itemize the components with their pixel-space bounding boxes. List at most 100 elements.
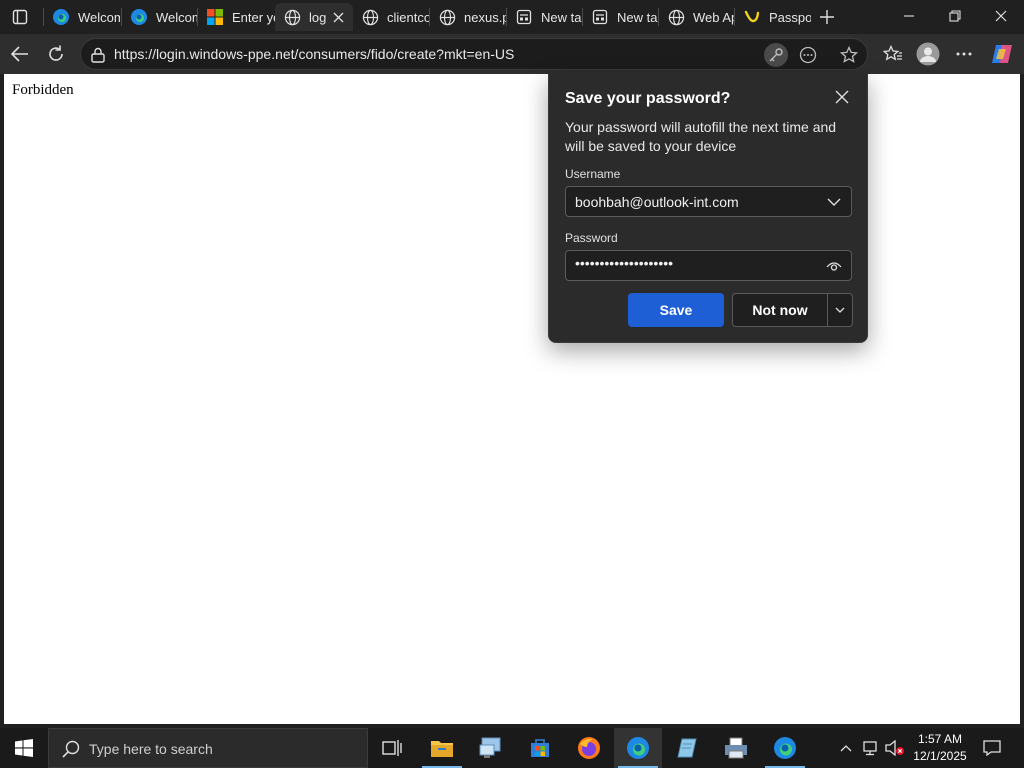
- task-view-icon: [382, 740, 402, 756]
- chevron-down-icon: [835, 307, 845, 313]
- save-password-dialog: Save your password? Your password will a…: [548, 74, 868, 343]
- chevron-down-icon[interactable]: [825, 193, 843, 211]
- tab-log-active[interactable]: log: [275, 3, 353, 31]
- taskbar-app-printer[interactable]: [712, 728, 760, 768]
- dialog-title: Save your password?: [565, 90, 731, 107]
- copilot-button[interactable]: [987, 40, 1017, 68]
- firefox-icon: [578, 737, 600, 759]
- taskbar-edge[interactable]: [614, 728, 662, 768]
- minimize-button[interactable]: [886, 0, 932, 32]
- close-icon: [995, 10, 1007, 22]
- forbidden-text: Forbidden: [12, 82, 74, 98]
- close-tab-icon[interactable]: [329, 12, 347, 23]
- username-value: boohbah@outlook-int.com: [575, 194, 739, 210]
- restore-button[interactable]: [932, 0, 978, 32]
- address-bar[interactable]: https://login.windows-ppe.net/consumers/…: [80, 38, 868, 70]
- globe-icon: [438, 8, 456, 26]
- username-label: Username: [565, 167, 621, 181]
- chevron-up-icon: [840, 745, 852, 752]
- taskbar-clock[interactable]: 1:57 AM 12/1/2025: [906, 731, 974, 765]
- newtab-icon: [515, 8, 533, 26]
- show-hidden-icons-button[interactable]: [836, 728, 856, 768]
- taskbar-firefox[interactable]: [565, 728, 613, 768]
- tab-web-app[interactable]: Web App: [659, 3, 734, 31]
- tab-welcome-2[interactable]: Welcome: [122, 3, 198, 31]
- settings-more-button[interactable]: [949, 40, 979, 68]
- tab-enter-your[interactable]: Enter your: [198, 3, 275, 31]
- tab-label: New tab: [541, 9, 582, 25]
- tab-new-tab-1[interactable]: New tab: [507, 3, 582, 31]
- password-field[interactable]: ••••••••••••••••••••: [565, 250, 852, 281]
- restore-icon: [949, 10, 961, 22]
- clock-date: 12/1/2025: [913, 749, 967, 763]
- volume-button[interactable]: [884, 728, 906, 768]
- taskbar-file-explorer[interactable]: [418, 728, 466, 768]
- plus-icon: [820, 10, 834, 24]
- profile-button[interactable]: [913, 40, 943, 68]
- volume-muted-icon: [885, 740, 904, 756]
- favorites-button[interactable]: [878, 40, 908, 68]
- start-button[interactable]: [0, 728, 48, 768]
- copilot-icon: [992, 45, 1012, 63]
- taskbar-store[interactable]: [516, 728, 564, 768]
- password-label: Password: [565, 231, 618, 245]
- tab-label: nexus.pass: [464, 9, 506, 25]
- url-text[interactable]: https://login.windows-ppe.net/consumers/…: [114, 46, 514, 62]
- show-password-eye-icon[interactable]: [825, 257, 843, 275]
- dialog-close-button[interactable]: [831, 86, 853, 108]
- search-placeholder: Type here to search: [89, 741, 213, 757]
- tab-label: log: [309, 9, 327, 25]
- microsoft-logo-icon: [206, 8, 224, 26]
- close-window-button[interactable]: [978, 0, 1024, 32]
- minimize-icon: [904, 15, 914, 17]
- more-options-button[interactable]: [827, 293, 853, 327]
- newtab-icon: [591, 8, 609, 26]
- close-icon: [835, 90, 849, 104]
- tab-label: Passport: [769, 9, 811, 25]
- notification-icon: [983, 740, 1001, 756]
- clock-time: 1:57 AM: [917, 732, 963, 746]
- search-icon: [61, 739, 81, 759]
- network-button[interactable]: [860, 728, 882, 768]
- globe-icon: [667, 8, 685, 26]
- edge-icon: [627, 737, 649, 759]
- tab-actions-icon: [12, 9, 28, 25]
- taskbar-edge-2[interactable]: [761, 728, 809, 768]
- password-key-icon[interactable]: [764, 43, 788, 67]
- tab-label: Welcome: [78, 9, 120, 25]
- notifications-button[interactable]: [978, 728, 1006, 768]
- task-view-button[interactable]: [368, 728, 416, 768]
- tab-welcome-1[interactable]: Welcome: [44, 3, 120, 31]
- more-dots-icon: [956, 52, 972, 56]
- file-explorer-icon: [431, 741, 453, 757]
- tab-actions-button[interactable]: [4, 4, 36, 30]
- favorite-star-icon[interactable]: [837, 43, 861, 67]
- back-button[interactable]: [5, 40, 35, 68]
- tab-new-tab-2[interactable]: New tab: [583, 3, 658, 31]
- passport-icon: [743, 8, 761, 26]
- new-tab-button[interactable]: [814, 4, 840, 30]
- read-aloud-icon[interactable]: [796, 43, 820, 67]
- tab-label: New tab: [617, 9, 658, 25]
- taskbar-app-notebook[interactable]: [663, 728, 711, 768]
- tab-nexus[interactable]: nexus.pass: [430, 3, 506, 31]
- edge-icon: [52, 8, 70, 26]
- lock-icon[interactable]: [89, 46, 107, 64]
- tab-label: Web App: [693, 9, 734, 25]
- save-button[interactable]: Save: [628, 293, 724, 327]
- tab-clientconfig[interactable]: clientconfig: [353, 3, 429, 31]
- username-select[interactable]: boohbah@outlook-int.com: [565, 186, 852, 217]
- store-icon: [531, 739, 549, 757]
- not-now-button[interactable]: Not now: [732, 293, 827, 327]
- network-icon: [863, 741, 877, 756]
- printer-app-icon: [725, 737, 747, 759]
- refresh-icon: [49, 45, 63, 61]
- refresh-button[interactable]: [41, 40, 71, 68]
- edge-icon: [774, 737, 796, 759]
- tab-label: clientconfig: [387, 9, 429, 25]
- globe-icon: [283, 8, 301, 26]
- taskbar-search[interactable]: Type here to search: [48, 728, 368, 768]
- tab-passport[interactable]: Passport: [735, 3, 811, 31]
- taskbar-remote-desktop[interactable]: [467, 728, 515, 768]
- notebook-app-icon: [677, 738, 697, 758]
